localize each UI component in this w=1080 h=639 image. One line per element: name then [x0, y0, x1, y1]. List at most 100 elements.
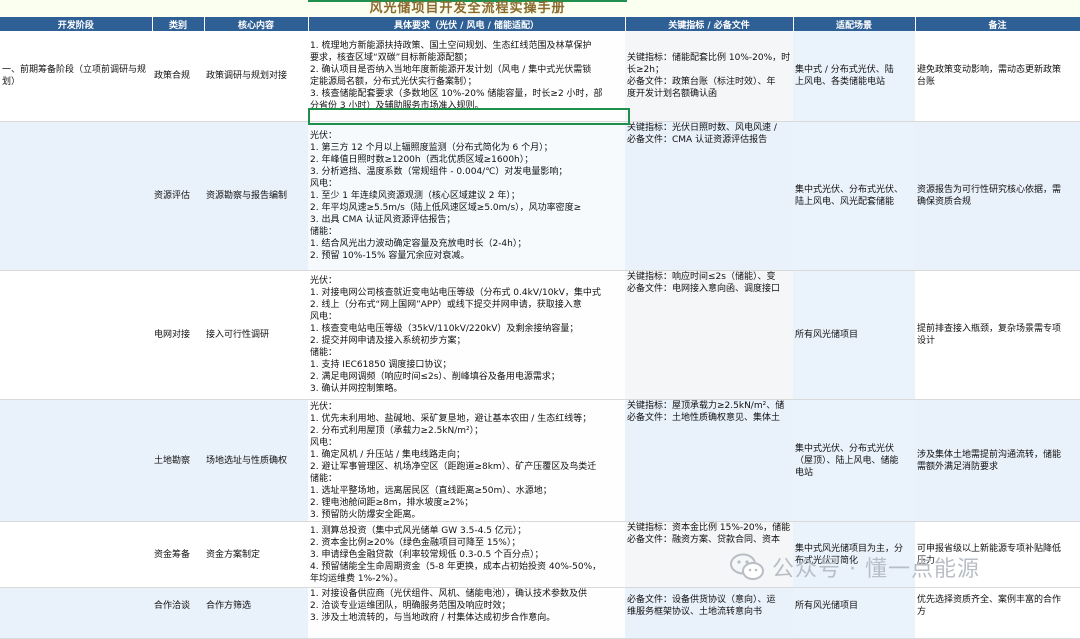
scene-line: 上风电、各类储能电站 — [795, 77, 886, 87]
cell-stage[interactable] — [0, 587, 152, 639]
cell-scene[interactable]: 所有风光储项目 — [793, 587, 915, 639]
req-line: 3. 确认并网控制策略。 — [310, 384, 403, 394]
req-line: 1. 至少 1 年连续风资源观测（核心区域建议 2 年）； — [310, 191, 520, 201]
req-line: 2. 预留 10%-15% 容量冗余应对衰减。 — [310, 251, 470, 261]
kpi-line: 维服务框架协议、土地流转意向书 — [627, 607, 763, 617]
header-requirements[interactable]: 具体要求（光伏 / 风电 / 储能适配） — [308, 17, 626, 31]
active-cell-selection[interactable] — [308, 108, 630, 125]
cell-category[interactable]: 电网对接 — [152, 270, 204, 400]
req-line: 4. 预留储能全生命周期资金（5-8 年更换，成本占初始投资 40%-50%， — [310, 561, 602, 572]
cell-stage[interactable] — [0, 521, 152, 588]
cell-kpi[interactable]: 关键指标：响应时间≤2s（储能）、变 必备文件：电网接入意向函、调度接口 — [625, 270, 793, 400]
cell-core[interactable]: 资源勘察与报告编制 — [204, 121, 308, 271]
header-category[interactable]: 类别 — [152, 17, 205, 31]
table-row: 合作洽谈 合作方筛选 1. 对接设备供应商（光伏组件、风机、储能电池），确认技术… — [0, 587, 1080, 639]
kpi-line: 必备文件：土地性质确权意见、集体土 — [627, 413, 781, 423]
req-line: 光伏： — [310, 276, 338, 286]
kpi-line: 度开发计划名额确认函 — [627, 89, 718, 99]
cell-requirements[interactable]: 光伏： 1. 对接电网公司核查就近变电站电压等级（分布式 0.4kV/10kV，… — [308, 270, 625, 400]
req-line: 1. 对接电网公司核查就近变电站电压等级（分布式 0.4kV/10kV，集中式 — [310, 288, 601, 298]
cell-scene[interactable]: 集中式 / 分布式光伏、陆 上风电、各类储能电站 — [793, 31, 915, 122]
cell-scene[interactable]: 所有风光储项目 — [793, 270, 915, 400]
req-line: 2. 资本金比例≥20%（绿色金融项目可降至 15%）； — [310, 537, 521, 548]
cell-category[interactable]: 合作洽谈 — [152, 587, 204, 639]
cell-core[interactable]: 政策调研与规划对接 — [204, 31, 308, 122]
cell-stage[interactable]: 一、前期筹备阶段（立项前调研与规划） — [0, 31, 152, 122]
cell-category[interactable]: 土地勘察 — [152, 399, 204, 522]
req-line: 2. 年峰值日照时数≥1200h（西北优质区域≥1600h）； — [310, 155, 534, 165]
req-line: 3. 出具 CMA 认证风资源评估报告； — [310, 215, 456, 225]
cell-stage[interactable] — [0, 399, 152, 522]
scene-line: 陆上风电、风光配套储能 — [795, 197, 895, 207]
req-line: 1. 梳理地方新能源扶持政策、国土空间规划、生态红线范围及林草保护 — [310, 41, 592, 51]
note-line: 优先选择资质齐全、案例丰富的合作 — [917, 595, 1062, 605]
cell-scene[interactable]: 集中式光伏、分布式光伏 （屋顶）、陆上风电、储能 电站 — [793, 399, 915, 522]
cell-note[interactable]: 资源报告为可行性研究核心依据，需 确保资质合规 — [915, 121, 1080, 271]
req-line: 风电： — [310, 312, 338, 322]
req-line: 3. 预留防火防爆安全距离。 — [310, 509, 421, 520]
header-scene[interactable]: 适配场景 — [793, 17, 916, 31]
wechat-icon — [730, 553, 764, 580]
scene-line: （屋顶）、陆上风电、储能 — [795, 455, 899, 466]
cell-core[interactable]: 场地选址与性质确权 — [204, 399, 308, 522]
kpi-line: 必备文件：电网接入意向函、调度接口 — [627, 284, 781, 294]
req-line: 风电： — [310, 437, 338, 448]
req-line: 2. 分布式利用屋顶（承载力≥2.5kN/m²）； — [310, 425, 484, 436]
req-line: 要求，核查区域“双碳”目标新能源配额； — [310, 53, 473, 63]
header-kpi[interactable]: 关键指标 / 必备文件 — [625, 17, 794, 31]
req-line: 1. 结合风光出力波动确定容量及充放电时长（2-4h）； — [310, 239, 527, 249]
cell-note[interactable]: 优先选择资质齐全、案例丰富的合作 方 — [915, 587, 1080, 639]
cell-note[interactable]: 提前排查接入瓶颈，复杂场景需专项 设计 — [915, 270, 1080, 400]
cell-category[interactable]: 资金筹备 — [152, 521, 204, 588]
header-note[interactable]: 备注 — [915, 17, 1080, 31]
cell-requirements[interactable]: 光伏： 1. 第三方 12 个月以上辐照度监测（分布式简化为 6 个月）； 2.… — [308, 121, 625, 271]
note-line: 资源报告为可行性研究核心依据，需 — [917, 185, 1062, 195]
note-line: 涉及集体土地需提前沟通流转，储能 — [917, 449, 1062, 460]
req-line: 1. 第三方 12 个月以上辐照度监测（分布式简化为 6 个月）； — [310, 143, 553, 153]
cell-note[interactable]: 涉及集体土地需提前沟通流转，储能 需额外满足消防要求 — [915, 399, 1080, 522]
cell-requirements[interactable]: 光伏： 1. 优先未利用地、盐碱地、采矿复垦地，避让基本农田 / 生态红线等； … — [308, 399, 625, 522]
cell-stage[interactable] — [0, 270, 152, 400]
cell-scene[interactable]: 集中式光伏、分布式光伏、 陆上风电、风光配套储能 — [793, 121, 915, 271]
req-line: 年均运维费 1%-2%）。 — [310, 573, 404, 584]
cell-requirements[interactable]: 1. 对接设备供应商（光伏组件、风机、储能电池），确认技术参数及供 2. 洽谈专… — [308, 587, 625, 639]
req-line: 储能： — [310, 473, 338, 484]
req-line: 3. 涉及土地流转的，与当地政府 / 村集体达成初步合作意向。 — [310, 613, 556, 623]
header-stage[interactable]: 开发阶段 — [0, 17, 153, 31]
note-line: 台账 — [917, 77, 936, 87]
scene-line: 所有风光储项目 — [795, 601, 859, 611]
note-line: 避免政策变动影响，需动态更新政策 — [917, 65, 1062, 75]
cell-core[interactable]: 接入可行性调研 — [204, 270, 308, 400]
kpi-line: 关键指标：储能配套比例 10%-20%，时 — [627, 53, 791, 63]
req-line: 2. 避让军事管理区、机场净空区（距跑道≥8km）、矿产压覆区及鸟类迁 — [310, 461, 597, 472]
cell-core[interactable]: 资金方案制定 — [204, 521, 308, 588]
cell-note[interactable]: 避免政策变动影响，需动态更新政策 台账 — [915, 31, 1080, 122]
cell-kpi[interactable]: 关键指标：屋顶承载力≥2.5kN/m²、储 必备文件：土地性质确权意见、集体土 — [625, 399, 793, 522]
scene-line: 集中式光伏、分布式光伏、 — [795, 185, 904, 195]
cell-kpi[interactable]: 关键指标：光伏日照时数、风电风速 / 必备文件：CMA 认证资源评估报告 — [625, 121, 793, 271]
table-row: 土地勘察 场地选址与性质确权 光伏： 1. 优先未利用地、盐碱地、采矿复垦地，避… — [0, 399, 1080, 522]
watermark: 公众号 · 懂一点能源 — [730, 547, 980, 587]
cell-kpi[interactable]: 必备文件：设备供货协议（意向）、运 维服务框架协议、土地流转意向书 — [625, 587, 793, 639]
req-line: 1. 对接设备供应商（光伏组件、风机、储能电池），确认技术参数及供 — [310, 589, 587, 599]
cell-kpi[interactable]: 关键指标：储能配套比例 10%-20%，时 长≥2h； 必备文件：政策台账（标注… — [625, 31, 793, 122]
cell-stage[interactable] — [0, 121, 152, 271]
kpi-line: 必备文件：CMA 认证资源评估报告 — [627, 135, 768, 145]
cell-category[interactable]: 政策合规 — [152, 31, 204, 122]
table-row: 资源评估 资源勘察与报告编制 光伏： 1. 第三方 12 个月以上辐照度监测（分… — [0, 121, 1080, 271]
kpi-line: 关键指标：屋顶承载力≥2.5kN/m²、储 — [627, 401, 785, 411]
header-core[interactable]: 核心内容 — [204, 17, 309, 31]
req-line: 1. 确定风机 / 升压站 / 集电线路走向； — [310, 449, 465, 460]
req-line: 3. 申请绿色金融贷款（利率较常规低 0.3-0.5 个百分点）； — [310, 549, 544, 560]
req-line: 1. 优先未利用地、盐碱地、采矿复垦地，避让基本农田 / 生态红线等； — [310, 413, 592, 424]
cell-core[interactable]: 合作方筛选 — [204, 587, 308, 639]
cell-category[interactable]: 资源评估 — [152, 121, 204, 271]
watermark-text: 公众号 · 懂一点能源 — [772, 557, 980, 582]
note-line: 确保资质合规 — [917, 197, 972, 207]
note-line: 方 — [917, 607, 927, 617]
req-line: 储能： — [310, 227, 338, 237]
note-line: 需额外满足消防要求 — [917, 461, 999, 472]
cell-requirements[interactable]: 1. 测算总投资（集中式风光储单 GW 3.5-4.5 亿元）； 2. 资本金比… — [308, 521, 625, 588]
req-line: 2. 满足电网调频（响应时间≤2s）、削峰填谷及备用电源需求； — [310, 372, 560, 382]
header-row: 开发阶段 类别 核心内容 具体要求（光伏 / 风电 / 储能适配） 关键指标 /… — [0, 17, 1080, 31]
